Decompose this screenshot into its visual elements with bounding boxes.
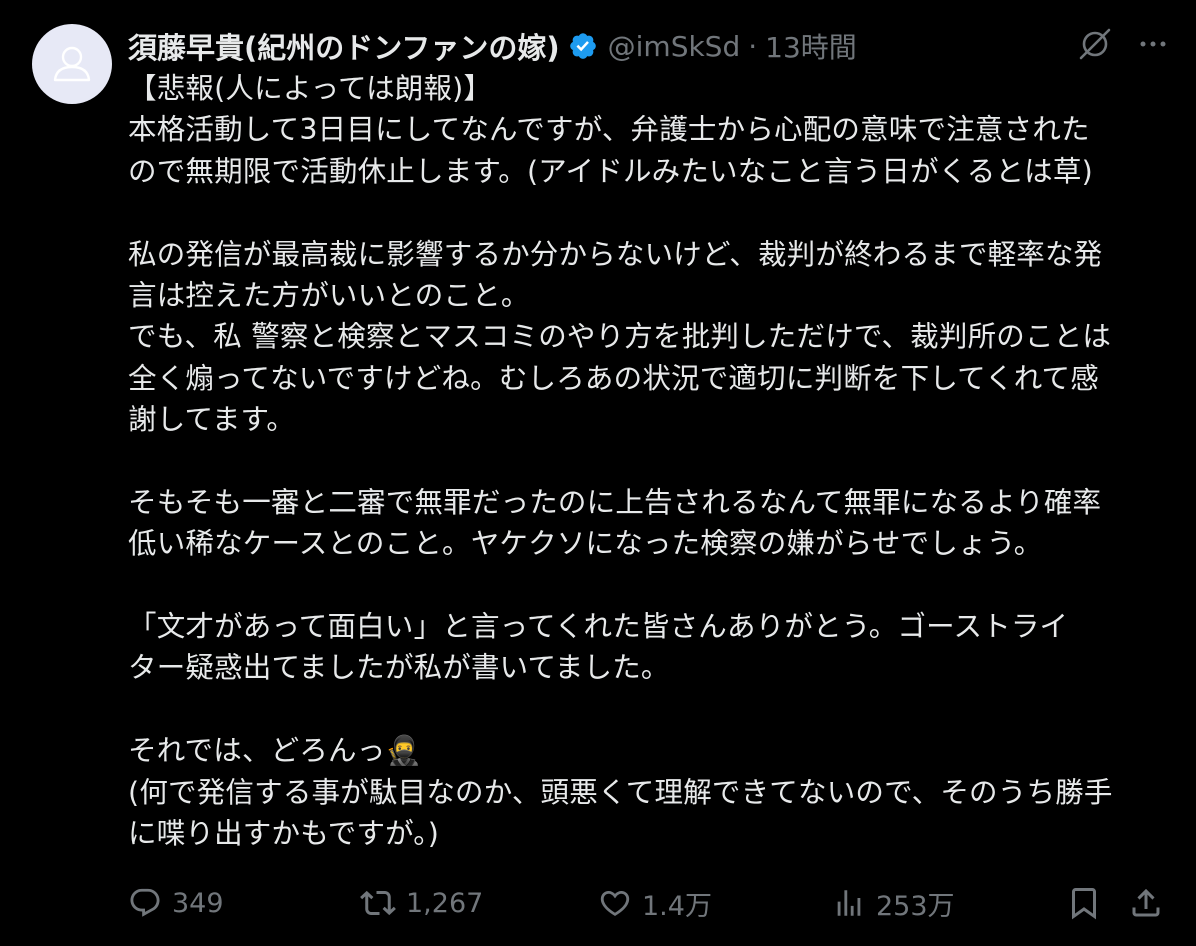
tweet-header: 須藤早貴(紀州のドンファンの嫁) @imSkSd · 13時間 [128,24,1168,68]
user-handle[interactable]: @imSkSd [608,30,741,63]
tweet-text-line: に喋り出すかもですが。) [128,817,440,851]
tweet-text-line: (何で発信する事が駄目なのか、頭悪くて理解できてないので、そのうち勝手 [128,775,1113,809]
more-icon[interactable] [1138,29,1168,63]
default-user-icon [53,46,91,82]
views-count: 253万 [876,890,955,922]
grok-icon[interactable] [1078,27,1112,65]
tweet-timestamp[interactable]: 13時間 [765,26,857,66]
bookmark-icon [1072,888,1096,920]
tweet-text-line [128,192,1168,233]
tweet-text-line [128,441,1168,482]
retweet-count: 1,267 [406,887,484,919]
tweet-text-line: 私の発信が最高裁に影響するか分からないけど、裁判が終わるまで軽率な発 [128,237,1103,271]
tweet-text-line: 本格活動して3日目にしてなんですが、弁護士から心配の意味で注意された [128,113,1090,147]
reply-icon [130,888,160,917]
retweet-icon [360,890,396,916]
retweet-button[interactable]: 1,267 [360,885,483,921]
tweet-actions: 349 1,267 1.4万 253万 [128,878,1168,928]
tweet-text-line: 言は控えた方がいいとのこと。 [128,278,530,312]
tweet-text-line: でも、私 警察と検察とマスコミのやり方を批判しただけで、裁判所のことは [128,320,1112,354]
tweet-text-line: 「文才があって面白い」と言ってくれた皆さんありがとう。ゴーストライ [128,610,1069,644]
tweet-text-line: ので無期限で活動休止します。(アイドルみたいなこと言う日がくるとは草) [128,154,1093,188]
tweet-text-line [128,689,1168,730]
reply-count: 349 [172,887,224,919]
tweet-text-line: 【悲報(人によっては朗報)】 [128,72,493,105]
views-icon [837,890,861,916]
share-icon [1132,888,1160,917]
tweet-text-line: 全く煽ってないですけどね。むしろあの状況で適切に判断を下してくれて感 [128,361,1099,395]
like-icon [600,890,630,916]
avatar[interactable] [32,24,112,104]
like-count: 1.4万 [642,890,712,922]
share-button[interactable] [1128,885,1164,921]
tweet-text-line: 低い稀なケースとのこと。ヤケクソになった検察の嫌がらせでしょう。 [128,527,1043,561]
tweet-text-line: それでは、どろんっ🥷 [128,734,422,768]
separator-dot: · [748,29,758,63]
tweet-text-line: ター疑惑出てましたが私が書いてました。 [128,651,670,685]
reply-button[interactable]: 349 [128,886,224,920]
tweet-text-line: 謝してます。 [128,403,296,437]
tweet-text-line [128,565,1168,606]
bookmark-button[interactable] [1066,885,1102,921]
views-button[interactable]: 253万 [832,884,955,923]
like-button[interactable]: 1.4万 [598,884,712,923]
display-name[interactable]: 須藤早貴(紀州のドンファンの嫁) [128,25,560,67]
verified-badge-icon[interactable] [568,31,598,61]
tweet-text: 【悲報(人によっては朗報)】 本格活動して3日目にしてなんですが、弁護士から心配… [128,68,1168,854]
tweet-text-line: そもそも一審と二審で無罪だったのに上告されるなんて無罪になるより確率 [128,485,1102,519]
